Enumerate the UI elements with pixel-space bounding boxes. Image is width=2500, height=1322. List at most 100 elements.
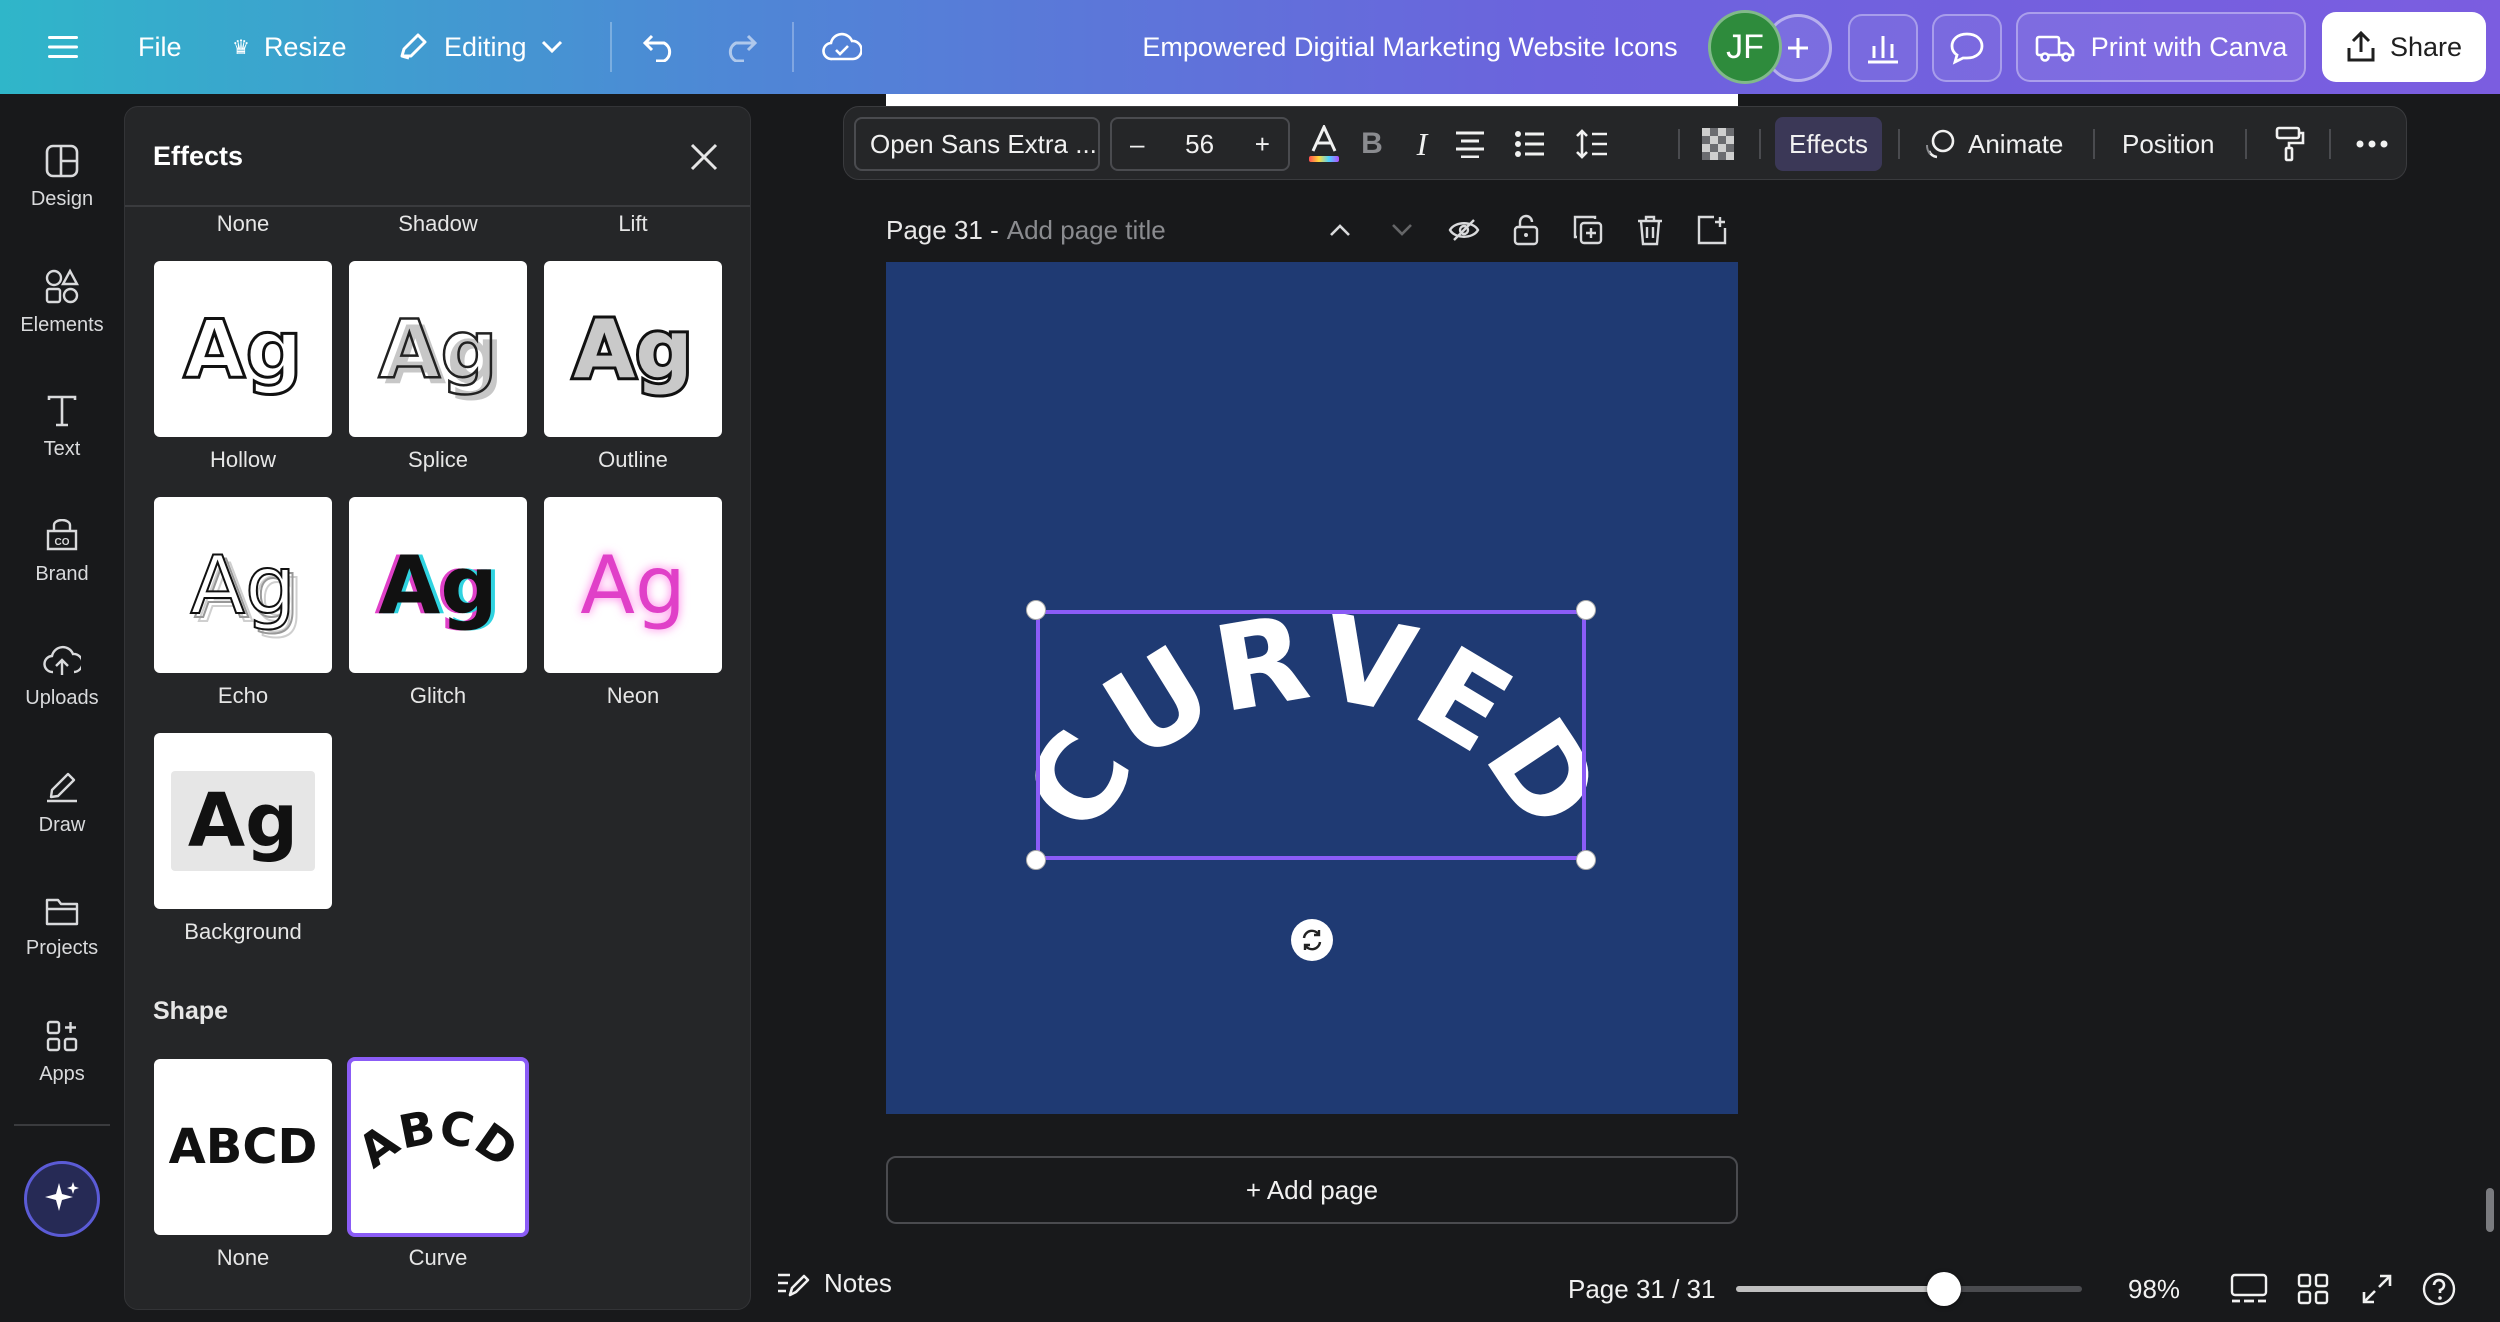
redo-icon (728, 34, 758, 62)
background-swatch: Ag (171, 771, 315, 871)
page-down-button[interactable] (1384, 212, 1420, 248)
page-title-input[interactable]: Add page title (1007, 215, 1166, 246)
insights-button[interactable] (1848, 14, 1918, 82)
more-horizontal-icon (2356, 140, 2388, 148)
help-icon (2422, 1272, 2456, 1306)
page-view-button[interactable] (2230, 1270, 2268, 1308)
delete-page-button[interactable] (1632, 212, 1668, 248)
resize-handle-top-left[interactable] (1026, 600, 1046, 620)
animate-button[interactable]: Animate (1910, 117, 2077, 171)
sample-text: Ag (580, 539, 686, 632)
effect-outline[interactable]: Ag (544, 261, 722, 437)
file-menu[interactable]: File (138, 0, 182, 94)
transparency-button[interactable] (1700, 126, 1736, 162)
page-count[interactable]: Page 31 / 31 (1568, 1274, 1715, 1305)
effect-glitch[interactable]: Ag Ag Ag (349, 497, 527, 673)
rail-item-brand[interactable]: CO Brand (0, 497, 124, 607)
text-icon (47, 395, 77, 426)
effect-neon[interactable]: Ag Ag (544, 497, 722, 673)
hide-page-button[interactable] (1446, 212, 1482, 248)
font-size-stepper[interactable]: – 56 + (1110, 117, 1290, 171)
zoom-level[interactable]: 98% (2128, 1274, 2180, 1305)
rotate-handle[interactable] (1291, 919, 1333, 961)
spacing-button[interactable] (1574, 126, 1610, 162)
effect-splice[interactable]: Ag Ag (349, 261, 527, 437)
effect-label-hollow: Hollow (209, 447, 277, 472)
fullscreen-button[interactable] (2358, 1270, 2396, 1308)
chevron-down-icon (541, 40, 562, 54)
bold-button[interactable]: B (1354, 126, 1390, 162)
more-options-button[interactable] (2354, 126, 2390, 162)
position-button[interactable]: Position (2108, 117, 2229, 171)
print-with-canva-button[interactable]: Print with Canva (2016, 12, 2306, 82)
sample-text: Ag (573, 303, 692, 396)
font-family-dropdown[interactable]: Open Sans Extra ... (854, 117, 1100, 171)
effect-background[interactable]: Ag (154, 733, 332, 909)
effect-label-none: None (216, 211, 270, 236)
zoom-slider-thumb[interactable] (1926, 1272, 1961, 1306)
effect-label-neon: Neon (606, 683, 660, 708)
effects-button[interactable]: Effects (1775, 117, 1883, 171)
add-page-button[interactable]: + Add page (886, 1156, 1738, 1224)
rail-item-uploads[interactable]: Uploads (0, 622, 124, 732)
rail-item-text[interactable]: Text (0, 372, 124, 482)
comments-button[interactable] (1932, 14, 2002, 82)
copy-style-button[interactable] (2272, 126, 2308, 162)
rail-item-projects[interactable]: Projects (0, 872, 124, 982)
shape-curve-preview: ABCD (353, 1100, 523, 1179)
decrease-font-size-button[interactable]: – (1130, 129, 1144, 160)
sample-text: Ag (183, 303, 302, 396)
help-button[interactable] (2420, 1270, 2458, 1308)
divider (1678, 129, 1680, 159)
effect-echo[interactable]: Ag Ag Ag (154, 497, 332, 673)
lock-page-button[interactable] (1508, 212, 1544, 248)
share-button[interactable]: Share (2322, 12, 2486, 82)
grid-view-button[interactable] (2294, 1270, 2332, 1308)
notes-button[interactable]: Notes (776, 1268, 892, 1299)
font-size-value[interactable]: 56 (1185, 129, 1214, 160)
divider (2329, 129, 2331, 159)
rotate-icon (1302, 929, 1322, 951)
left-rail: Design Elements Text CO Brand Uploads Dr… (0, 94, 124, 1322)
italic-button[interactable]: I (1404, 126, 1440, 162)
resize-button[interactable]: ♛ Resize (232, 0, 346, 94)
add-page-after-button[interactable] (1694, 212, 1730, 248)
canvas-scrollbar[interactable] (2486, 1188, 2494, 1232)
avatar[interactable]: JF (1708, 10, 1782, 84)
page-up-button[interactable] (1322, 212, 1358, 248)
resize-handle-top-right[interactable] (1576, 600, 1596, 620)
zoom-slider[interactable] (1736, 1272, 2082, 1306)
shape-curve[interactable]: ABCD (347, 1057, 529, 1237)
uploads-icon (43, 645, 81, 675)
magic-sparkle-button[interactable] (24, 1161, 100, 1237)
shape-none[interactable]: ABCD (154, 1059, 332, 1235)
divider (792, 22, 794, 72)
bold-icon: B (1361, 127, 1383, 160)
effect-hollow[interactable]: Ag (154, 261, 332, 437)
bar-chart-icon (1868, 36, 1898, 64)
panel-title: Effects (153, 140, 244, 171)
undo-button[interactable] (642, 0, 678, 94)
menu-button[interactable] (48, 0, 78, 94)
resize-handle-bottom-left[interactable] (1026, 850, 1046, 870)
document-title[interactable]: Empowered Digitial Marketing Website Ico… (1100, 0, 1720, 94)
duplicate-page-button[interactable] (1570, 212, 1606, 248)
rail-item-apps[interactable]: Apps (0, 997, 124, 1107)
editing-mode-dropdown[interactable]: Editing (396, 0, 563, 94)
effect-outline-preview: Ag (570, 300, 695, 399)
close-panel-button[interactable] (686, 139, 722, 175)
rail-item-elements[interactable]: Elements (0, 247, 124, 357)
redo-button[interactable] (722, 0, 758, 94)
comment-icon (1950, 32, 1984, 65)
shape-label-curve: Curve (408, 1245, 468, 1270)
text-color-button[interactable] (1306, 125, 1342, 162)
position-label: Position (2122, 128, 2215, 159)
rail-item-draw[interactable]: Draw (0, 747, 124, 857)
cloud-save-button[interactable] (822, 0, 862, 94)
increase-font-size-button[interactable]: + (1255, 129, 1270, 160)
align-button[interactable] (1452, 126, 1488, 162)
rail-item-design[interactable]: Design (0, 122, 124, 232)
list-button[interactable] (1512, 126, 1548, 162)
design-page[interactable]: CURVED (886, 262, 1738, 1114)
resize-handle-bottom-right[interactable] (1576, 850, 1596, 870)
